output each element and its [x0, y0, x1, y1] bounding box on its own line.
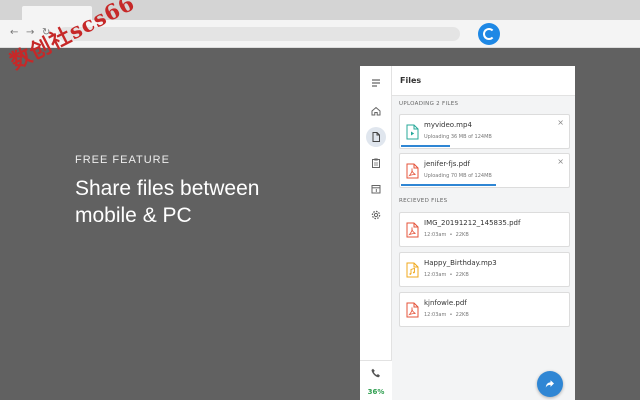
uploading-section-label: UPLOADING 2 FILES [399, 101, 459, 107]
file-meta: 12:03am • 22KB [424, 232, 469, 238]
file-name: IMG_20191212_145835.pdf [424, 219, 521, 227]
received-file-item[interactable]: IMG_20191212_145835.pdf 12:03am • 22KB [399, 212, 570, 247]
close-icon[interactable]: × [557, 158, 564, 166]
close-icon[interactable]: × [557, 119, 564, 127]
feature-kicker: FREE FEATURE [75, 154, 170, 166]
video-file-icon [406, 124, 419, 140]
upload-item[interactable]: myvideo.mp4 Uploading 36 MB of 124MB × [399, 114, 570, 149]
file-size: 22KB [455, 272, 469, 278]
upload-item[interactable]: jenifer-fjs.pdf Uploading 70 MB of 124MB… [399, 153, 570, 188]
pdf-file-icon [406, 222, 419, 238]
battery-level: 36% [367, 388, 385, 396]
files-panel: Files UPLOADING 2 FILES myvideo.mp4 Uplo… [392, 66, 575, 400]
page-title: Files [400, 76, 422, 85]
file-meta: 12:03am • 22KB [424, 312, 469, 318]
received-section-label: RECIEVED FILES [399, 198, 448, 204]
share-icon [545, 380, 554, 388]
address-bar[interactable] [58, 27, 460, 41]
received-file-item[interactable]: Happy_Birthday.mp3 12:03am • 22KB [399, 252, 570, 287]
received-file-item[interactable]: kjnfowle.pdf 12:03am • 22KB [399, 292, 570, 327]
arrow-left-icon[interactable]: ← [10, 27, 18, 39]
file-name: kjnfowle.pdf [424, 299, 467, 307]
file-name: myvideo.mp4 [424, 121, 472, 129]
file-size: 22KB [455, 232, 469, 238]
share-button[interactable] [537, 371, 563, 397]
file-name: Happy_Birthday.mp3 [424, 259, 497, 267]
file-name: jenifer-fjs.pdf [424, 160, 470, 168]
app-logo-icon[interactable] [478, 23, 500, 45]
pdf-file-icon [406, 302, 419, 318]
file-meta: 12:03am • 22KB [424, 272, 469, 278]
upload-status: Uploading 36 MB of 124MB [424, 134, 492, 140]
file-size: 22KB [455, 312, 469, 318]
calendar-icon[interactable] [366, 179, 386, 199]
clipboard-icon[interactable] [366, 153, 386, 173]
upload-progress-bar [401, 184, 496, 186]
feature-title: Share files between mobile & PC [75, 177, 260, 227]
phone-icon[interactable] [366, 363, 386, 383]
home-icon[interactable] [366, 101, 386, 121]
files-icon[interactable] [366, 127, 386, 147]
file-time: 12:03am [424, 312, 447, 318]
menu-icon[interactable] [366, 73, 386, 93]
upload-progress-bar [401, 145, 450, 147]
pdf-file-icon [406, 163, 419, 179]
audio-file-icon [406, 262, 419, 278]
settings-icon[interactable] [366, 205, 386, 225]
meta-separator: • [449, 312, 453, 318]
meta-separator: • [449, 232, 453, 238]
app-window: 36% Files UPLOADING 2 FILES myvideo.mp4 … [360, 66, 575, 400]
upload-status: Uploading 70 MB of 124MB [424, 173, 492, 179]
meta-separator: • [449, 272, 453, 278]
file-time: 12:03am [424, 232, 447, 238]
panel-header: Files [392, 66, 575, 96]
side-rail: 36% [360, 66, 392, 400]
phone-status: 36% [360, 360, 392, 400]
file-time: 12:03am [424, 272, 447, 278]
